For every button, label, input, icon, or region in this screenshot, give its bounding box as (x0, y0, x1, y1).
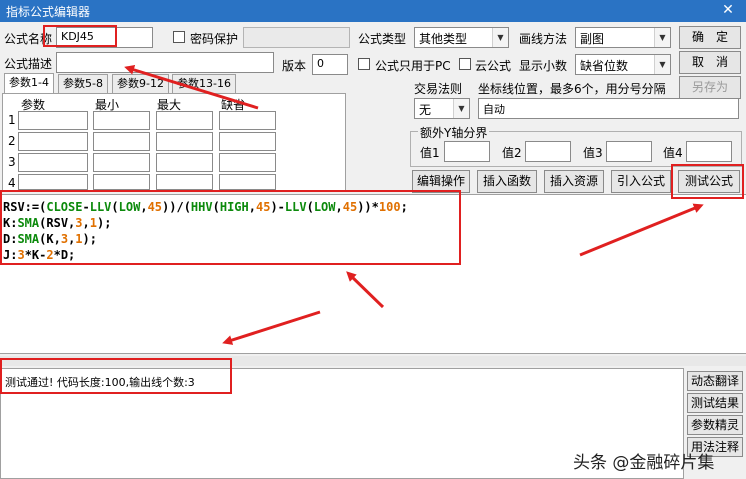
chevron-down-icon: ▼ (654, 55, 670, 74)
value2-input[interactable] (525, 141, 571, 162)
close-icon[interactable]: ✕ (720, 2, 736, 18)
watermark: 头条 @金融碎片集 (573, 453, 715, 473)
param-min-input[interactable] (93, 153, 150, 172)
decimals-label: 显示小数 (519, 59, 568, 73)
formula-type-select[interactable]: 其他类型 ▼ (414, 27, 509, 48)
formula-type-label: 公式类型 (358, 32, 407, 46)
draw-method-select[interactable]: 副图 ▼ (575, 27, 671, 48)
password-checkbox[interactable] (173, 31, 185, 43)
pc-only-checkbox[interactable] (358, 58, 370, 70)
value4-label: 值4 (663, 146, 683, 160)
chevron-down-icon: ▼ (453, 99, 469, 118)
trade-rule-value: 无 (419, 103, 432, 117)
pc-only-label: 公式只用于PC (375, 59, 451, 73)
cloud-label: 云公式 (475, 59, 512, 73)
decimals-value: 缺省位数 (580, 59, 629, 73)
password-input[interactable] (243, 27, 350, 48)
value2-label: 值2 (502, 146, 522, 160)
version-label: 版本 (282, 59, 307, 73)
param-default-input[interactable] (219, 132, 276, 151)
trade-rule-label: 交易法则 (414, 82, 463, 96)
tab-params-1-4[interactable]: 参数1-4 (4, 73, 54, 95)
param-tabs: 参数1-4 参数5-8 参数9-12 参数13-16 (4, 73, 344, 95)
tab-params-9-12[interactable]: 参数9-12 (112, 74, 169, 94)
coord-hint-label: 坐标线位置，最多6个，用分号分隔 (478, 82, 666, 96)
param-min-input[interactable] (93, 111, 150, 130)
param-max-input[interactable] (156, 174, 213, 190)
formula-desc-label: 公式描述 (4, 57, 53, 71)
decimals-select[interactable]: 缺省位数 ▼ (575, 54, 671, 75)
window-title: 指标公式编辑器 (6, 5, 91, 19)
insert-function-button[interactable]: 插入函数 (477, 170, 537, 193)
password-label: 密码保护 (190, 32, 239, 46)
param-panel: 参数 最小 最大 缺省 1 2 3 4 (2, 93, 346, 191)
annotation-box-test (671, 164, 744, 199)
param-row-number: 2 (8, 134, 16, 148)
value3-label: 值3 (583, 146, 603, 160)
title-bar: 指标公式编辑器 ✕ (0, 0, 746, 22)
param-max-input[interactable] (156, 153, 213, 172)
param-default-input[interactable] (219, 111, 276, 130)
param-name-input[interactable] (18, 111, 88, 130)
coord-input[interactable]: 自动 (478, 98, 739, 119)
version-input[interactable]: 0 (312, 54, 348, 75)
param-max-input[interactable] (156, 132, 213, 151)
param-min-input[interactable] (93, 174, 150, 190)
value4-input[interactable] (686, 141, 732, 162)
param-max-input[interactable] (156, 111, 213, 130)
insert-resource-button[interactable]: 插入资源 (544, 170, 604, 193)
formula-type-value: 其他类型 (419, 32, 468, 46)
trade-rule-select[interactable]: 无 ▼ (414, 98, 470, 119)
param-default-input[interactable] (219, 153, 276, 172)
import-formula-button[interactable]: 引入公式 (611, 170, 671, 193)
save-as-button[interactable]: 另存为 (679, 76, 741, 99)
value1-input[interactable] (444, 141, 490, 162)
param-default-input[interactable] (219, 174, 276, 190)
param-name-input[interactable] (18, 153, 88, 172)
tab-params-13-16[interactable]: 参数13-16 (172, 74, 236, 94)
value1-label: 值1 (420, 146, 440, 160)
param-wizard-button[interactable]: 参数精灵 (687, 415, 743, 435)
chevron-down-icon: ▼ (492, 28, 508, 47)
formula-desc-input[interactable] (56, 52, 274, 73)
test-result-button[interactable]: 测试结果 (687, 393, 743, 413)
draw-method-value: 副图 (580, 32, 605, 46)
cloud-checkbox[interactable] (459, 58, 471, 70)
param-name-input[interactable] (18, 174, 88, 190)
annotation-box-name (43, 25, 117, 47)
param-row-number: 4 (8, 176, 16, 190)
annotation-box-code (0, 190, 461, 265)
tab-params-5-8[interactable]: 参数5-8 (58, 74, 108, 94)
param-row-number: 3 (8, 155, 16, 169)
param-row-number: 1 (8, 113, 16, 127)
annotation-box-result (0, 358, 232, 394)
cancel-button[interactable]: 取 消 (679, 51, 741, 74)
chevron-down-icon: ▼ (654, 28, 670, 47)
ok-button[interactable]: 确 定 (679, 26, 741, 49)
param-min-input[interactable] (93, 132, 150, 151)
param-name-input[interactable] (18, 132, 88, 151)
value3-input[interactable] (606, 141, 652, 162)
dynamic-translate-button[interactable]: 动态翻译 (687, 371, 743, 391)
draw-method-label: 画线方法 (519, 32, 568, 46)
extra-axis-label: 额外Y轴分界 (418, 124, 490, 141)
